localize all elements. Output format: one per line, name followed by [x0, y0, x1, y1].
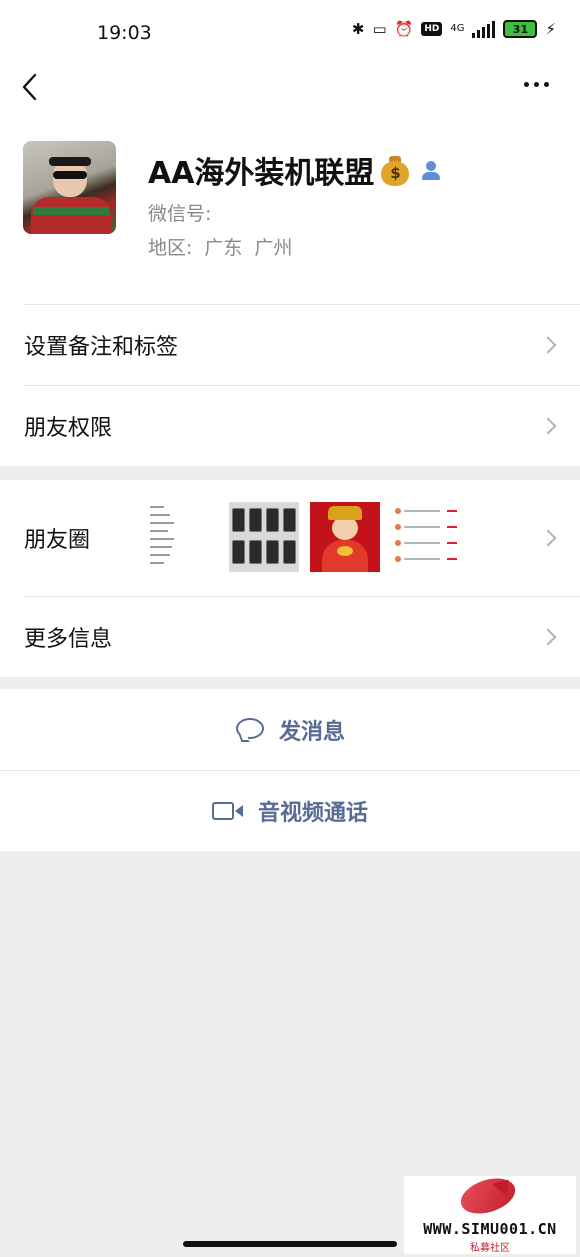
- moments-thumb-phones: [229, 502, 299, 572]
- region-province: 广东: [204, 237, 243, 259]
- network-type: 4G: [450, 23, 465, 34]
- profile-name: AA海外装机联盟: [148, 156, 375, 191]
- hd-icon: HD: [421, 22, 443, 36]
- region-city: 广州: [254, 237, 293, 259]
- home-indicator[interactable]: [183, 1241, 397, 1247]
- charging-icon: ⚡: [545, 20, 556, 38]
- av-call-label: 音视频通话: [257, 800, 368, 826]
- chat-bubble-icon: [235, 717, 265, 743]
- signal-icon: [472, 20, 496, 38]
- money-bag-icon: $: [380, 154, 410, 186]
- watermark-logo-icon: [456, 1172, 520, 1220]
- profile-name-row: AA海外装机联盟 $: [148, 148, 442, 192]
- contact-person-icon: [420, 159, 442, 181]
- region-label: 地区:: [148, 237, 193, 259]
- chevron-right-icon: [539, 417, 557, 434]
- menu-group-settings: 设置备注和标签 朋友权限: [0, 304, 580, 466]
- nav-bar: [0, 66, 580, 122]
- send-message-button[interactable]: 发消息: [0, 689, 580, 770]
- status-time: 19:03: [97, 22, 152, 44]
- moments-item[interactable]: 朋友圈: [0, 480, 580, 596]
- moments-label: 朋友圈: [24, 528, 91, 553]
- divider: [24, 304, 580, 305]
- alarm-icon: ⏰: [394, 20, 414, 38]
- moments-thumb-fortune-god: [310, 502, 380, 572]
- menu-group-moments: 朋友圈 更多信息: [0, 480, 580, 677]
- vibrate-icon: ▭: [372, 20, 387, 38]
- chevron-left-icon: [22, 73, 37, 101]
- bluetooth-icon: ✱: [351, 20, 365, 38]
- status-icons: ✱ ▭ ⏰ HD 4G 31 ⚡: [352, 20, 556, 38]
- watermark-site: WWW.SIMU001.CN: [423, 1220, 557, 1238]
- friend-permissions-label: 朋友权限: [24, 415, 113, 441]
- avatar[interactable]: [23, 141, 116, 234]
- more-dots-icon: [524, 81, 529, 87]
- action-group: 发消息 音视频通话: [0, 689, 580, 851]
- watermark: WWW.SIMU001.CN 私募社区: [404, 1172, 576, 1254]
- moments-thumb-list: [391, 502, 461, 572]
- remark-tags-label: 设置备注和标签: [24, 334, 179, 360]
- remark-tags-item[interactable]: 设置备注和标签: [0, 304, 580, 385]
- video-camera-icon: [211, 801, 244, 821]
- divider: [0, 770, 580, 771]
- status-bar: 19:03 ✱ ▭ ⏰ HD 4G 31 ⚡: [0, 0, 580, 66]
- moments-thumb-text: [148, 502, 218, 572]
- battery-icon: 31: [503, 20, 538, 38]
- more-info-label: 更多信息: [24, 626, 113, 652]
- moments-thumbnails: [148, 502, 461, 572]
- chevron-right-icon: [539, 336, 557, 353]
- profile-header: AA海外装机联盟 $ 微信号: 地区: 广东 广州: [0, 122, 580, 304]
- divider: [24, 596, 580, 597]
- more-info-item[interactable]: 更多信息: [0, 596, 580, 677]
- watermark-subtitle: 私募社区: [470, 1243, 510, 1254]
- region-row: 地区: 广东 广州: [148, 233, 292, 260]
- chevron-right-icon: [539, 529, 557, 547]
- av-call-button[interactable]: 音视频通话: [0, 770, 580, 851]
- back-button[interactable]: [18, 70, 48, 104]
- divider: [24, 385, 580, 386]
- wechat-id-label: 微信号:: [148, 203, 212, 225]
- friend-permissions-item[interactable]: 朋友权限: [0, 385, 580, 466]
- chevron-right-icon: [539, 628, 557, 645]
- send-message-label: 发消息: [278, 719, 345, 745]
- more-button[interactable]: [524, 76, 556, 92]
